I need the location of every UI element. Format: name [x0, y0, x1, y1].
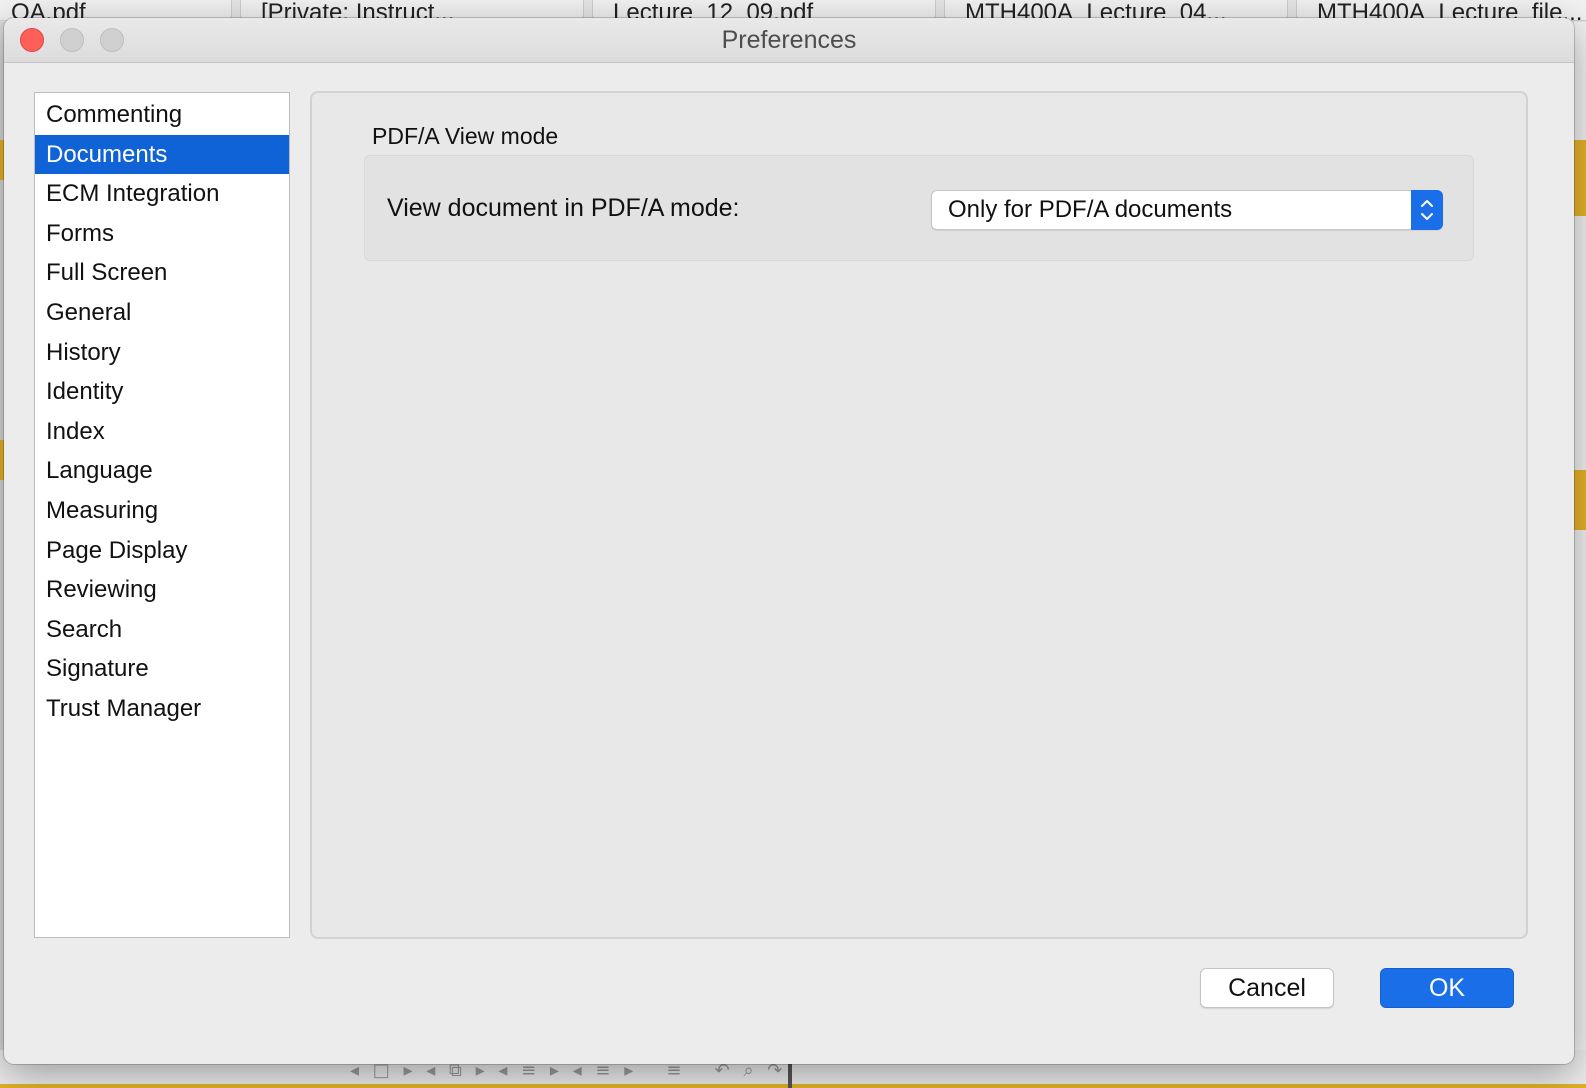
- pdfa-mode-label: View document in PDF/A mode:: [387, 194, 740, 222]
- category-item-history[interactable]: History: [35, 333, 289, 373]
- category-item-index[interactable]: Index: [35, 412, 289, 452]
- category-item-reviewing[interactable]: Reviewing: [35, 570, 289, 610]
- chevron-up-down-icon: [1421, 200, 1433, 220]
- cancel-button[interactable]: Cancel: [1200, 968, 1334, 1008]
- category-list[interactable]: Commenting Documents ECM Integration For…: [34, 92, 290, 938]
- section-title: PDF/A View mode: [372, 123, 559, 149]
- pdfa-view-mode-group: View document in PDF/A mode: Only for PD…: [364, 155, 1474, 261]
- preferences-dialog: Preferences Commenting Documents ECM Int…: [4, 18, 1574, 1064]
- title-bar[interactable]: Preferences: [4, 18, 1574, 63]
- category-item-documents[interactable]: Documents: [35, 134, 289, 175]
- category-item-general[interactable]: General: [35, 293, 289, 333]
- category-item-identity[interactable]: Identity: [35, 372, 289, 412]
- pdfa-mode-select-value: Only for PDF/A documents: [948, 196, 1233, 223]
- category-item-search[interactable]: Search: [35, 610, 289, 650]
- category-item-trust-manager[interactable]: Trust Manager: [35, 689, 289, 729]
- select-stepper-icon[interactable]: [1411, 190, 1443, 230]
- window-title: Preferences: [721, 26, 857, 54]
- category-item-commenting[interactable]: Commenting: [35, 95, 289, 135]
- category-item-language[interactable]: Language: [35, 451, 289, 491]
- category-item-signature[interactable]: Signature: [35, 649, 289, 689]
- settings-panel: PDF/A View mode View document in PDF/A m…: [310, 91, 1528, 939]
- category-item-full-screen[interactable]: Full Screen: [35, 253, 289, 293]
- category-item-measuring[interactable]: Measuring: [35, 491, 289, 531]
- category-item-page-display[interactable]: Page Display: [35, 531, 289, 571]
- pdfa-mode-select[interactable]: Only for PDF/A documents: [931, 190, 1443, 230]
- category-item-ecm-integration[interactable]: ECM Integration: [35, 174, 289, 214]
- ok-button[interactable]: OK: [1380, 968, 1514, 1008]
- category-item-forms[interactable]: Forms: [35, 214, 289, 254]
